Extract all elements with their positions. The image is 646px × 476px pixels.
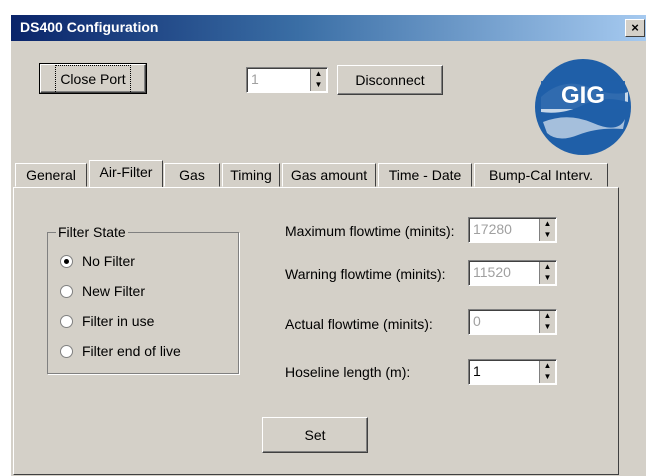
tab-bump-cal-interv[interactable]: Bump-Cal Interv. (474, 163, 608, 187)
set-button[interactable]: Set (262, 417, 368, 453)
port-value: 1 (251, 71, 259, 87)
spin-up-icon[interactable]: ▲ (540, 219, 555, 230)
filter-state-group: Filter State No Filter New Filter Filter… (47, 224, 239, 374)
close-port-label: Close Port (55, 65, 131, 94)
hoseline-length-arrows[interactable]: ▲ ▼ (539, 361, 555, 383)
warning-flowtime-label: Warning flowtime (minits): (285, 266, 446, 282)
hoseline-length-field[interactable]: 1 ▲ ▼ (468, 359, 557, 385)
warning-flowtime-arrows[interactable]: ▲ ▼ (539, 262, 555, 284)
radio-icon[interactable] (60, 315, 73, 328)
filter-state-legend: Filter State (56, 224, 128, 240)
actual-flowtime-value: 0 (473, 313, 481, 329)
actual-flowtime-field[interactable]: 0 ▲ ▼ (468, 309, 557, 335)
hoseline-length-label: Hoseline length (m): (285, 364, 411, 380)
radio-label: New Filter (82, 283, 146, 299)
spin-down-icon[interactable]: ▼ (540, 322, 555, 333)
radio-icon[interactable] (60, 345, 73, 358)
close-window-button[interactable]: × (625, 19, 645, 37)
radio-icon[interactable] (60, 285, 73, 298)
tab-strip: General Air-Filter Gas Timing Gas amount… (11, 160, 646, 188)
radio-label: Filter in use (82, 313, 155, 329)
maximum-flowtime-value: 17280 (473, 221, 512, 237)
spin-down-icon[interactable]: ▼ (540, 372, 555, 383)
spin-down-icon[interactable]: ▼ (311, 80, 326, 91)
radio-label: Filter end of live (82, 343, 181, 359)
port-spinner[interactable]: 1 ▲ ▼ (246, 67, 328, 93)
tab-timing[interactable]: Timing (222, 163, 280, 187)
tab-general[interactable]: General (15, 163, 87, 187)
port-spinner-arrows[interactable]: ▲ ▼ (310, 69, 326, 91)
maximum-flowtime-field[interactable]: 17280 ▲ ▼ (468, 217, 557, 243)
close-port-button[interactable]: Close Port (39, 63, 147, 94)
gig-logo: GIG (535, 59, 631, 155)
radio-icon[interactable] (60, 255, 73, 268)
tab-air-filter[interactable]: Air-Filter (89, 160, 163, 187)
actual-flowtime-label: Actual flowtime (minits): (285, 316, 433, 332)
tab-gas[interactable]: Gas (164, 163, 220, 187)
tab-time-date[interactable]: Time - Date (378, 163, 472, 187)
spin-up-icon[interactable]: ▲ (540, 262, 555, 273)
window-title: DS400 Configuration (20, 19, 159, 35)
spin-up-icon[interactable]: ▲ (311, 69, 326, 80)
maximum-flowtime-label: Maximum flowtime (minits): (285, 223, 455, 239)
spin-down-icon[interactable]: ▼ (540, 230, 555, 241)
spin-up-icon[interactable]: ▲ (540, 361, 555, 372)
actual-flowtime-arrows[interactable]: ▲ ▼ (539, 311, 555, 333)
title-bar[interactable]: DS400 Configuration × (11, 15, 646, 41)
dialog-window: DS400 Configuration × Close Port 1 ▲ ▼ D… (10, 14, 646, 476)
warning-flowtime-value: 11520 (473, 264, 511, 280)
warning-flowtime-field[interactable]: 11520 ▲ ▼ (468, 260, 557, 286)
maximum-flowtime-arrows[interactable]: ▲ ▼ (539, 219, 555, 241)
tab-gas-amount[interactable]: Gas amount (282, 163, 376, 187)
spin-up-icon[interactable]: ▲ (540, 311, 555, 322)
radio-label: No Filter (82, 253, 135, 269)
hoseline-length-value: 1 (473, 363, 481, 379)
disconnect-button[interactable]: Disconnect (337, 65, 443, 95)
spin-down-icon[interactable]: ▼ (540, 273, 555, 284)
logo-text: GIG (561, 82, 605, 109)
